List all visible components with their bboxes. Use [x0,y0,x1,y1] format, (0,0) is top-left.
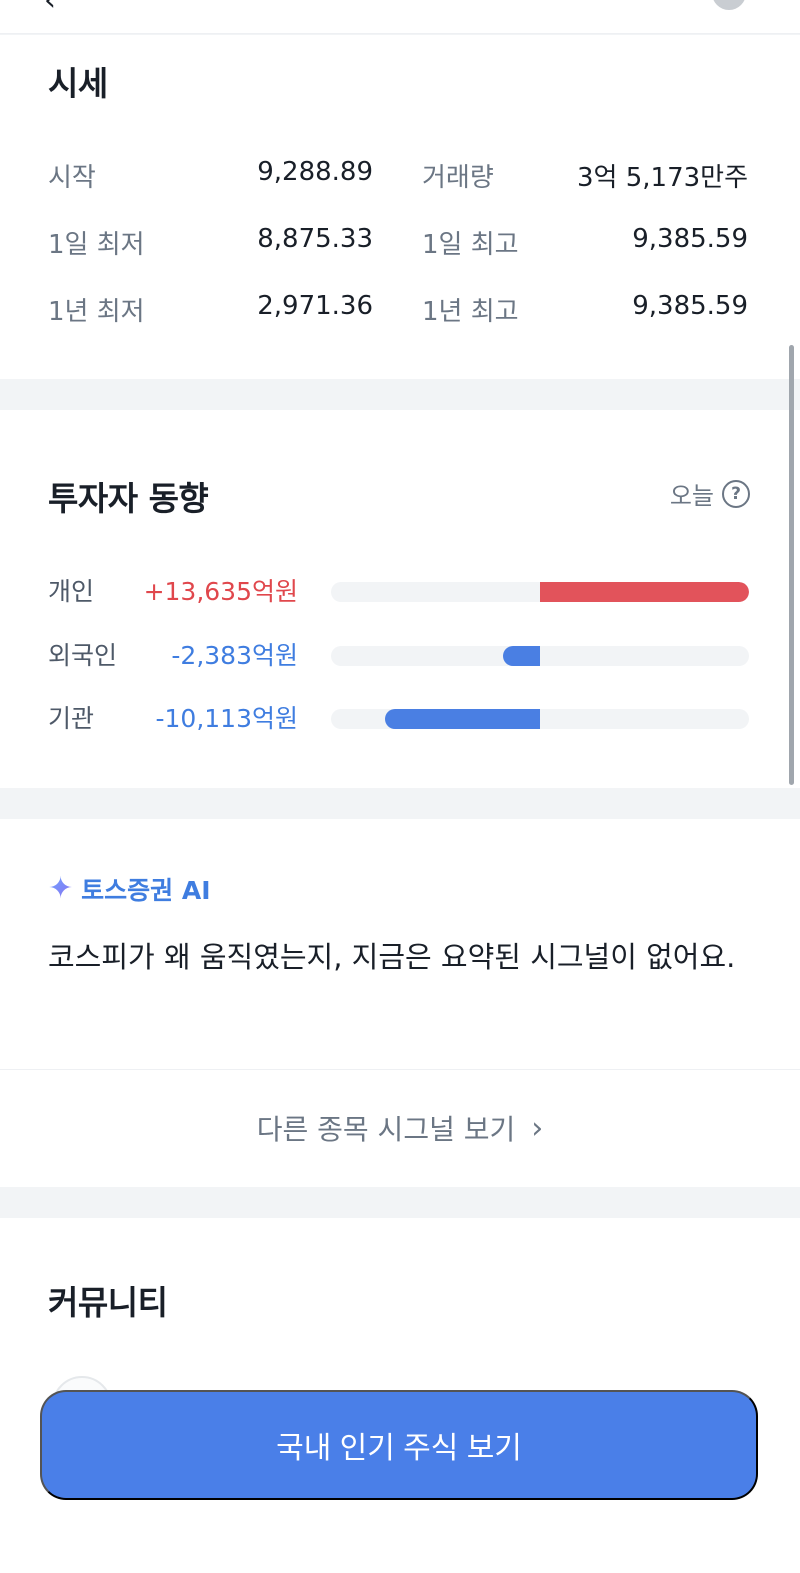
ai-header: ✦ 토스증권 AI [48,871,211,907]
price-value: 9,385.59 [632,291,748,321]
sparkle-icon: ✦ [48,871,74,906]
investor-bar-track [331,582,749,602]
investor-amount: -10,113억원 [155,704,299,733]
price-label: 시작 [48,163,96,193]
price-label: 1년 최고 [422,297,519,327]
period-selector[interactable]: 오늘 ? [670,476,750,511]
back-arrow-icon[interactable]: ‹ [44,0,56,16]
price-row: 1년 최저 2,971.36 1년 최고 9,385.59 [48,291,748,331]
price-label: 1년 최저 [48,297,145,327]
section-title-price: 시세 [48,64,108,103]
price-value: 8,875.33 [257,224,373,254]
investor-row: 개인 +13,635억원 [48,570,750,610]
price-row: 1일 최저 8,875.33 1일 최고 9,385.59 [48,224,748,264]
investor-bar-fill [503,646,540,666]
other-signals-label: 다른 종목 시그널 보기 [256,1113,516,1146]
price-value: 9,385.59 [632,224,748,254]
price-value: 3억 5,173만주 [577,163,748,193]
investor-name: 개인 [48,577,95,606]
ai-message: 코스피가 왜 움직였는지, 지금은 요약된 시그널이 없어요. [48,940,736,974]
investor-bar-fill [540,582,749,602]
popular-stocks-button[interactable]: 국내 인기 주식 보기 [40,1390,758,1500]
investor-trend-section: 투자자 동향 오늘 ? 개인 +13,635억원 외국인 -2,383억원 기관… [0,410,800,788]
section-title-community: 커뮤니티 [48,1283,168,1322]
investor-bar-fill [384,709,540,729]
investor-amount: -2,383억원 [171,641,298,670]
price-row: 시작 9,288.89 거래량 3억 5,173만주 [48,157,748,197]
ai-label: 토스증권 AI [81,876,211,905]
other-signals-link[interactable]: 다른 종목 시그널 보기 › [0,1069,800,1187]
investor-bar-track [331,646,749,666]
investor-row: 외국인 -2,383억원 [48,634,750,674]
investor-row: 기관 -10,113억원 [48,697,750,737]
ai-signal-section: ✦ 토스증권 AI 코스피가 왜 움직였는지, 지금은 요약된 시그널이 없어요… [0,819,800,1187]
price-label: 1일 최저 [48,230,145,260]
price-value: 9,288.89 [257,157,373,187]
scrollbar[interactable] [789,345,794,785]
top-app-bar: ‹ [0,0,800,34]
investor-amount: +13,635억원 [143,577,298,606]
investor-name: 기관 [48,704,95,733]
investor-name: 외국인 [48,641,118,670]
price-label: 거래량 [422,163,494,193]
chevron-right-icon: › [531,1110,544,1146]
period-label: 오늘 [669,482,714,510]
question-circle-icon[interactable]: ? [722,479,750,508]
section-title-investor: 투자자 동향 [48,479,209,518]
price-value: 2,971.36 [257,291,373,321]
shield-icon[interactable] [712,0,746,10]
price-section: 시세 시작 9,288.89 거래량 3억 5,173만주 1일 최저 8,87… [0,35,800,379]
price-label: 1일 최고 [422,230,519,260]
investor-bar-track [331,709,749,729]
